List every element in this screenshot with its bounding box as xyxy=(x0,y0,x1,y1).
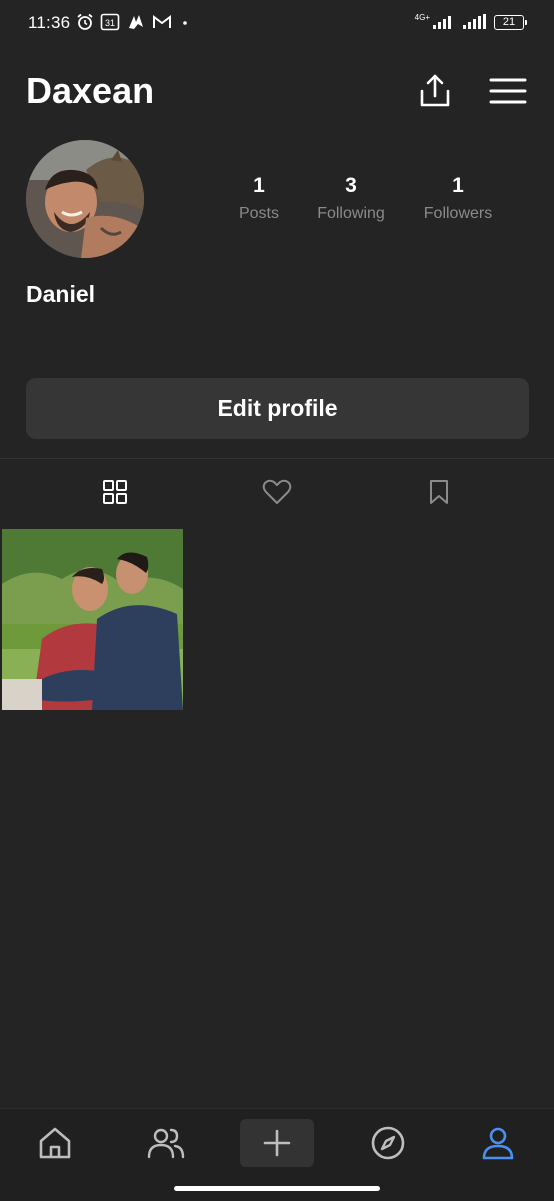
compass-icon xyxy=(371,1126,405,1160)
status-icons-right: 4G+ 21 xyxy=(414,13,527,30)
home-icon xyxy=(39,1127,71,1159)
network-type-label: 4G+ xyxy=(414,13,430,22)
battery-icon: 21 xyxy=(494,14,527,30)
more-notifications-icon xyxy=(183,21,187,25)
avatar-photo xyxy=(26,140,144,258)
grid-icon xyxy=(103,480,127,504)
post-thumbnail[interactable] xyxy=(2,529,183,710)
display-name: Daniel xyxy=(26,281,96,307)
tab-saved[interactable] xyxy=(409,470,469,514)
post-photo xyxy=(2,529,183,710)
nav-create-post[interactable] xyxy=(240,1119,314,1167)
alarm-icon xyxy=(77,13,93,30)
tab-liked[interactable] xyxy=(247,470,307,514)
app-notification-icon xyxy=(129,15,143,29)
nav-community[interactable] xyxy=(129,1119,203,1167)
home-indicator-bar[interactable] xyxy=(174,1186,380,1191)
section-divider xyxy=(0,458,554,459)
stat-following[interactable]: 3 Following xyxy=(296,174,406,223)
nav-home[interactable] xyxy=(18,1119,92,1167)
status-time: 11:36 xyxy=(28,13,71,32)
profile-avatar[interactable] xyxy=(26,140,144,258)
heart-icon xyxy=(262,479,292,504)
tab-posts-grid[interactable] xyxy=(85,470,145,514)
status-icons-left: 31 xyxy=(76,13,192,31)
stat-following-label: Following xyxy=(317,205,385,222)
stat-following-count: 3 xyxy=(345,174,357,197)
profile-icon xyxy=(482,1127,514,1160)
bookmark-icon xyxy=(430,480,448,504)
nav-explore[interactable] xyxy=(351,1119,425,1167)
share-icon xyxy=(420,74,450,107)
plus-icon xyxy=(263,1129,291,1157)
signal-icon xyxy=(433,16,451,29)
stat-followers[interactable]: 1 Followers xyxy=(403,174,513,223)
people-icon xyxy=(147,1128,185,1159)
nav-profile[interactable] xyxy=(461,1119,535,1167)
signal-icon-2 xyxy=(463,14,486,29)
status-bar: 11:36 31 4G+ 21 xyxy=(0,0,554,48)
menu-button[interactable] xyxy=(488,76,528,106)
stat-followers-label: Followers xyxy=(423,205,493,222)
profile-username: Daxean xyxy=(26,70,155,111)
edit-profile-button[interactable]: Edit profile xyxy=(26,378,529,439)
gmail-icon xyxy=(153,15,171,28)
calendar-icon: 31 xyxy=(100,13,120,31)
share-button[interactable] xyxy=(418,72,452,110)
svg-text:31: 31 xyxy=(105,18,115,28)
stat-followers-count: 1 xyxy=(452,174,464,197)
hamburger-menu-icon xyxy=(489,78,527,104)
